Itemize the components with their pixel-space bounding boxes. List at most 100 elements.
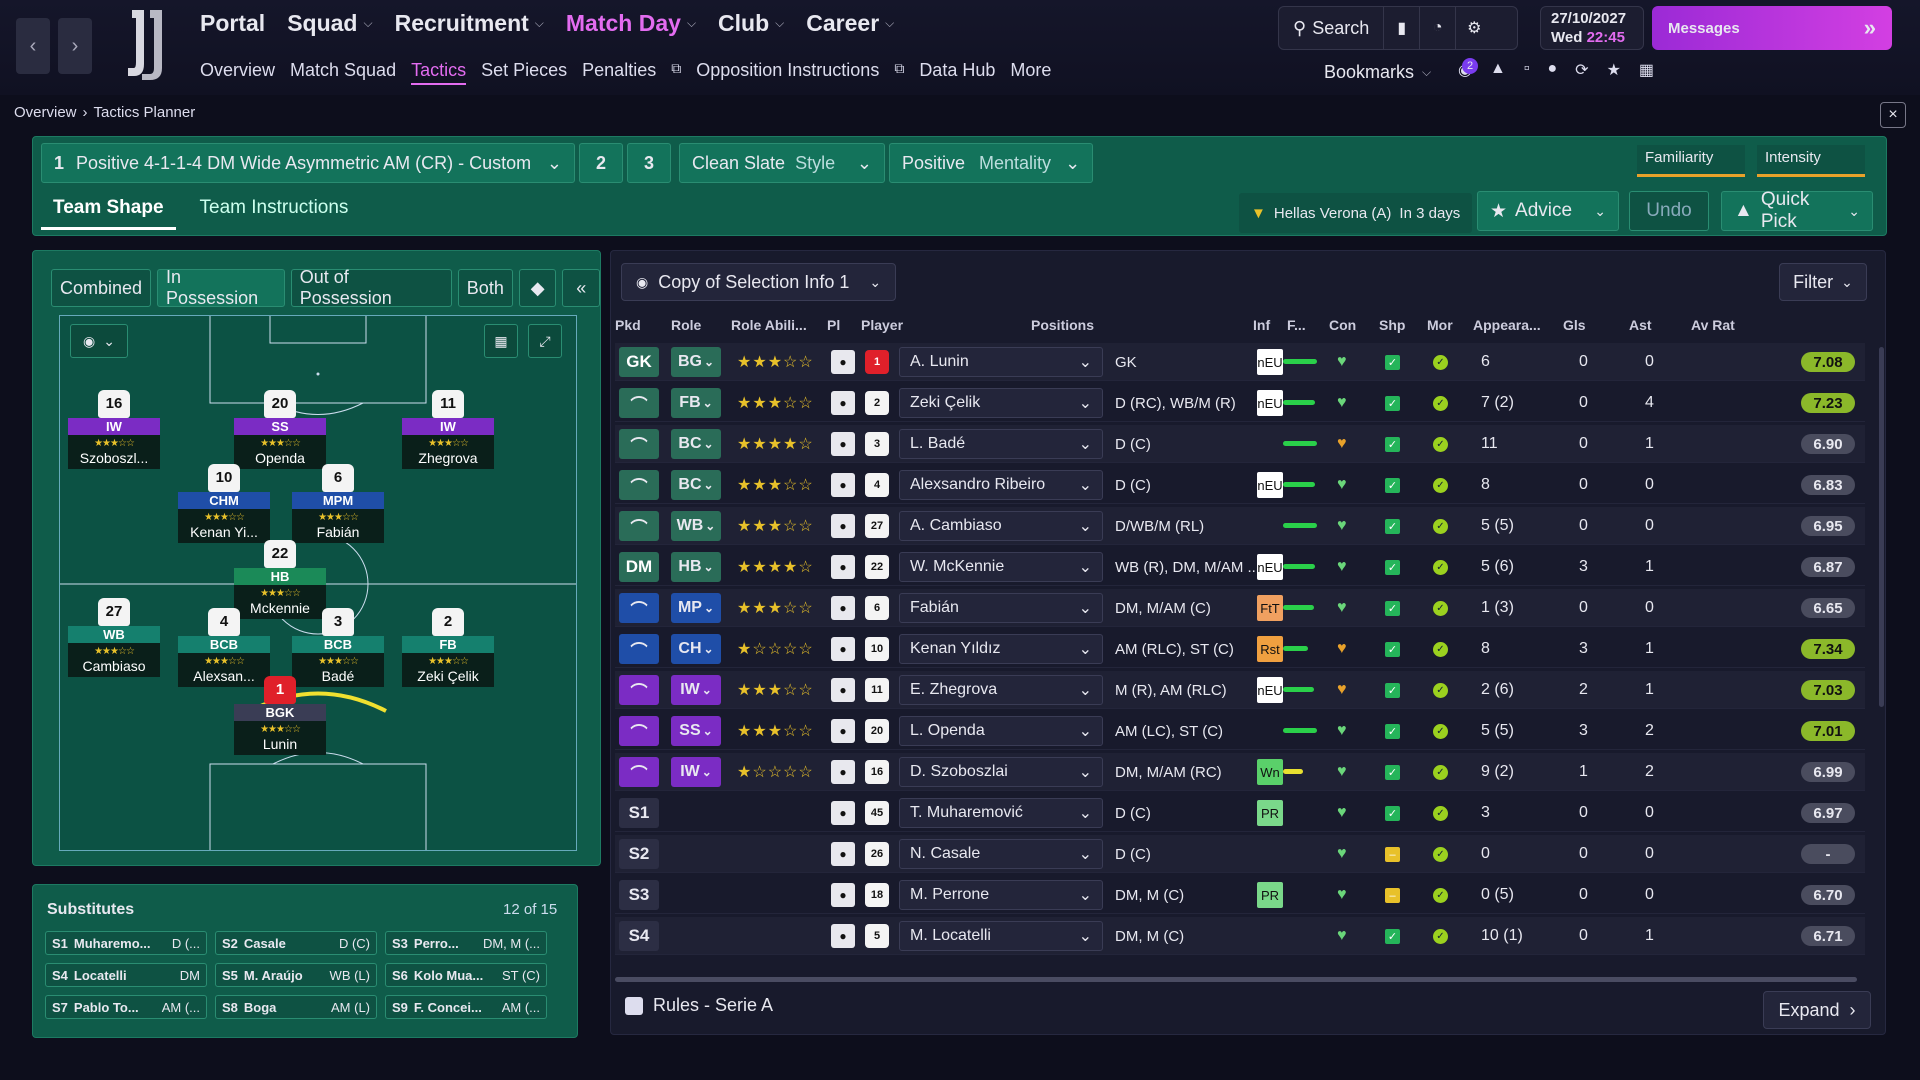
player-select[interactable]: M. Perrone ⌄ (899, 880, 1103, 910)
back-button[interactable]: ‹ (16, 18, 50, 74)
bookmarks-dropdown[interactable]: Bookmarks ⌵ (1324, 62, 1431, 83)
pitch-player[interactable]: 6 MPM ★★★☆☆ Fabián (292, 464, 384, 543)
substitute-item[interactable]: S6 Kolo Mua... ST (C) (385, 963, 547, 987)
table-row[interactable]: ⌒ FB ⌄ ★★★☆☆ ● 2 Zeki Çelik ⌄ D (RC), WB/M (R) nE… (615, 384, 1865, 422)
intensity-meter[interactable]: Intensity (1757, 145, 1865, 177)
column-header[interactable]: Role Abili... (731, 317, 807, 333)
table-row[interactable]: ⌒ SS ⌄ ★★★☆☆ ● 20 L. Openda ⌄ AM (LC), ST (C) ♥ ✓ ✓… (615, 712, 1865, 750)
calendar-icon[interactable]: ▦ (1639, 60, 1654, 80)
submenu-opposition-instructions[interactable]: Opposition Instructions (696, 60, 879, 85)
column-header[interactable]: Appeara... (1473, 317, 1541, 333)
tactic-slot-1-select[interactable]: 1 Positive 4-1-1-4 DM Wide Asymmetric AM… (41, 143, 575, 183)
submenu-set-pieces[interactable]: Set Pieces (481, 60, 567, 85)
table-row[interactable]: ⌒ BC ⌄ ★★★☆☆ ● 4 Alexsandro Ribeiro ⌄ D (C) nEU ♥ ✓… (615, 466, 1865, 504)
menu-match-day[interactable]: Match Day ⌵ (566, 10, 696, 37)
role-select[interactable]: BG ⌄ (671, 347, 721, 377)
picked-position[interactable]: S1 (619, 798, 659, 828)
view-options-dropdown[interactable]: ◉ ⌄ (70, 324, 128, 358)
position-icon[interactable]: ⌒ (619, 757, 659, 787)
submenu-penalties[interactable]: Penalties (582, 60, 656, 85)
collapse-left-icon[interactable]: « (562, 269, 600, 307)
player-select[interactable]: L. Openda ⌄ (899, 716, 1103, 746)
player-lock-icon[interactable]: ● (831, 883, 855, 907)
player-info-badge[interactable]: PR (1257, 882, 1283, 908)
menu-recruitment[interactable]: Recruitment ⌵ (395, 10, 544, 37)
expand-button[interactable]: Expand › (1763, 991, 1871, 1029)
substitute-item[interactable]: S4 Locatelli DM (45, 963, 207, 987)
substitute-item[interactable]: S3 Perro... DM, M (... (385, 931, 547, 955)
player-lock-icon[interactable]: ● (831, 473, 855, 497)
tab-both[interactable]: Both (457, 269, 513, 307)
trophy-icon[interactable]: ★ (1607, 60, 1621, 80)
player-lock-icon[interactable]: ● (831, 719, 855, 743)
submenu-tactics[interactable]: Tactics (411, 60, 467, 85)
mentality-select[interactable]: Positive Mentality ⌄ (889, 143, 1093, 183)
player-select[interactable]: E. Zhegrova ⌄ (899, 675, 1103, 705)
column-header[interactable]: Pkd (615, 317, 641, 333)
picked-position[interactable]: S3 (619, 880, 659, 910)
player-lock-icon[interactable]: ● (831, 678, 855, 702)
player-info-badge[interactable]: nEU (1257, 554, 1283, 580)
player-info-badge[interactable]: Wn (1257, 759, 1283, 785)
column-header[interactable]: Con (1329, 317, 1356, 333)
expand-icon[interactable]: ⤢ (528, 324, 562, 358)
quick-pick-button[interactable]: ▲ Quick Pick ⌄ (1721, 189, 1873, 232)
player-select[interactable]: D. Szoboszlai ⌄ (899, 757, 1103, 787)
player-info-badge[interactable]: nEU (1257, 390, 1283, 416)
vertical-scrollbar[interactable] (1879, 347, 1884, 707)
diamond-icon[interactable]: ◆ (518, 269, 557, 307)
menu-portal[interactable]: Portal (200, 10, 265, 37)
table-row[interactable]: ⌒ IW ⌄ ★★★☆☆ ● 11 E. Zhegrova ⌄ M (R), AM (RLC) n… (615, 671, 1865, 709)
grid-icon[interactable]: ▦ (484, 324, 518, 358)
horizontal-scrollbar[interactable] (615, 977, 1857, 982)
column-header[interactable]: Shp (1379, 317, 1405, 333)
position-icon[interactable]: ⌒ (619, 675, 659, 705)
player-select[interactable]: A. Lunin ⌄ (899, 347, 1103, 377)
people-icon[interactable]: ● (1547, 60, 1557, 80)
player-info-badge[interactable]: FtT (1257, 595, 1283, 621)
forward-button[interactable]: › (58, 18, 92, 74)
player-lock-icon[interactable]: ● (831, 391, 855, 415)
table-row[interactable]: GK BG ⌄ ★★★☆☆ ● 1 A. Lunin ⌄ GK nEU ♥ ✓ ✓ 6 0 0 7.08 (615, 343, 1865, 381)
picked-position[interactable]: GK (619, 347, 659, 377)
familiarity-meter[interactable]: Familiarity (1637, 145, 1745, 177)
picked-position[interactable]: DM (619, 552, 659, 582)
pitch-player[interactable]: 10 CHM ★★★☆☆ Kenan Yi... (178, 464, 270, 543)
column-header[interactable]: Positions (1031, 317, 1094, 333)
substitute-item[interactable]: S2 Casale D (C) (215, 931, 377, 955)
substitute-item[interactable]: S7 Pablo To... AM (... (45, 995, 207, 1019)
next-fixture[interactable]: ▼ Hellas Verona (A) In 3 days (1239, 193, 1473, 233)
player-info-badge[interactable]: Rst (1257, 636, 1283, 662)
pitch-player[interactable]: 11 IW ★★★☆☆ Zhegrova (402, 390, 494, 469)
player-lock-icon[interactable]: ● (831, 555, 855, 579)
table-row[interactable]: S4 ● 5 M. Locatelli ⌄ DM, M (C) ♥ ✓ ✓ 10 (1) 0 1 6.7… (615, 917, 1865, 955)
breadcrumb-root[interactable]: Overview (14, 104, 77, 121)
table-row[interactable]: ⌒ WB ⌄ ★★★☆☆ ● 27 A. Cambiaso ⌄ D/WB/M (RL) ♥ ✓ ✓ 5 … (615, 507, 1865, 545)
position-icon[interactable]: ⌒ (619, 388, 659, 418)
tab-combined[interactable]: Combined (51, 269, 152, 307)
player-select[interactable]: Zeki Çelik ⌄ (899, 388, 1103, 418)
role-select[interactable]: IW ⌄ (671, 675, 721, 705)
player-lock-icon[interactable]: ● (831, 801, 855, 825)
pitch-player[interactable]: 20 SS ★★★☆☆ Openda (234, 390, 326, 469)
substitute-item[interactable]: S1 Muharemo... D (... (45, 931, 207, 955)
pitch-player[interactable]: 2 FB ★★★☆☆ Zeki Çelik (402, 608, 494, 687)
tab-team-shape[interactable]: Team Shape (41, 189, 176, 230)
player-select[interactable]: T. Muharemović ⌄ (899, 798, 1103, 828)
role-select[interactable]: FB ⌄ (671, 388, 721, 418)
tactic-slot-2[interactable]: 2 (579, 143, 623, 183)
column-header[interactable]: F... (1287, 317, 1306, 333)
messages-button[interactable]: Messages » (1652, 6, 1892, 50)
substitute-item[interactable]: S8 Boga AM (L) (215, 995, 377, 1019)
picked-position[interactable]: S4 (619, 921, 659, 951)
column-header[interactable]: Pl (827, 317, 840, 333)
role-select[interactable]: IW ⌄ (671, 757, 721, 787)
pitch-player[interactable]: 1 BGK ★★★☆☆ Lunin (234, 676, 326, 755)
submenu-more[interactable]: More (1010, 60, 1051, 85)
bookmark-icon[interactable]: ▮ (1384, 7, 1421, 49)
player-lock-icon[interactable]: ● (831, 350, 855, 374)
selection-view-dropdown[interactable]: ◉ Copy of Selection Info 1 ⌄ (621, 263, 897, 301)
position-icon[interactable]: ⌒ (619, 716, 659, 746)
table-row[interactable]: ⌒ IW ⌄ ★☆☆☆☆ ● 16 D. Szoboszlai ⌄ DM, M/AM (RC) W… (615, 753, 1865, 791)
role-select[interactable]: MP ⌄ (671, 593, 721, 623)
